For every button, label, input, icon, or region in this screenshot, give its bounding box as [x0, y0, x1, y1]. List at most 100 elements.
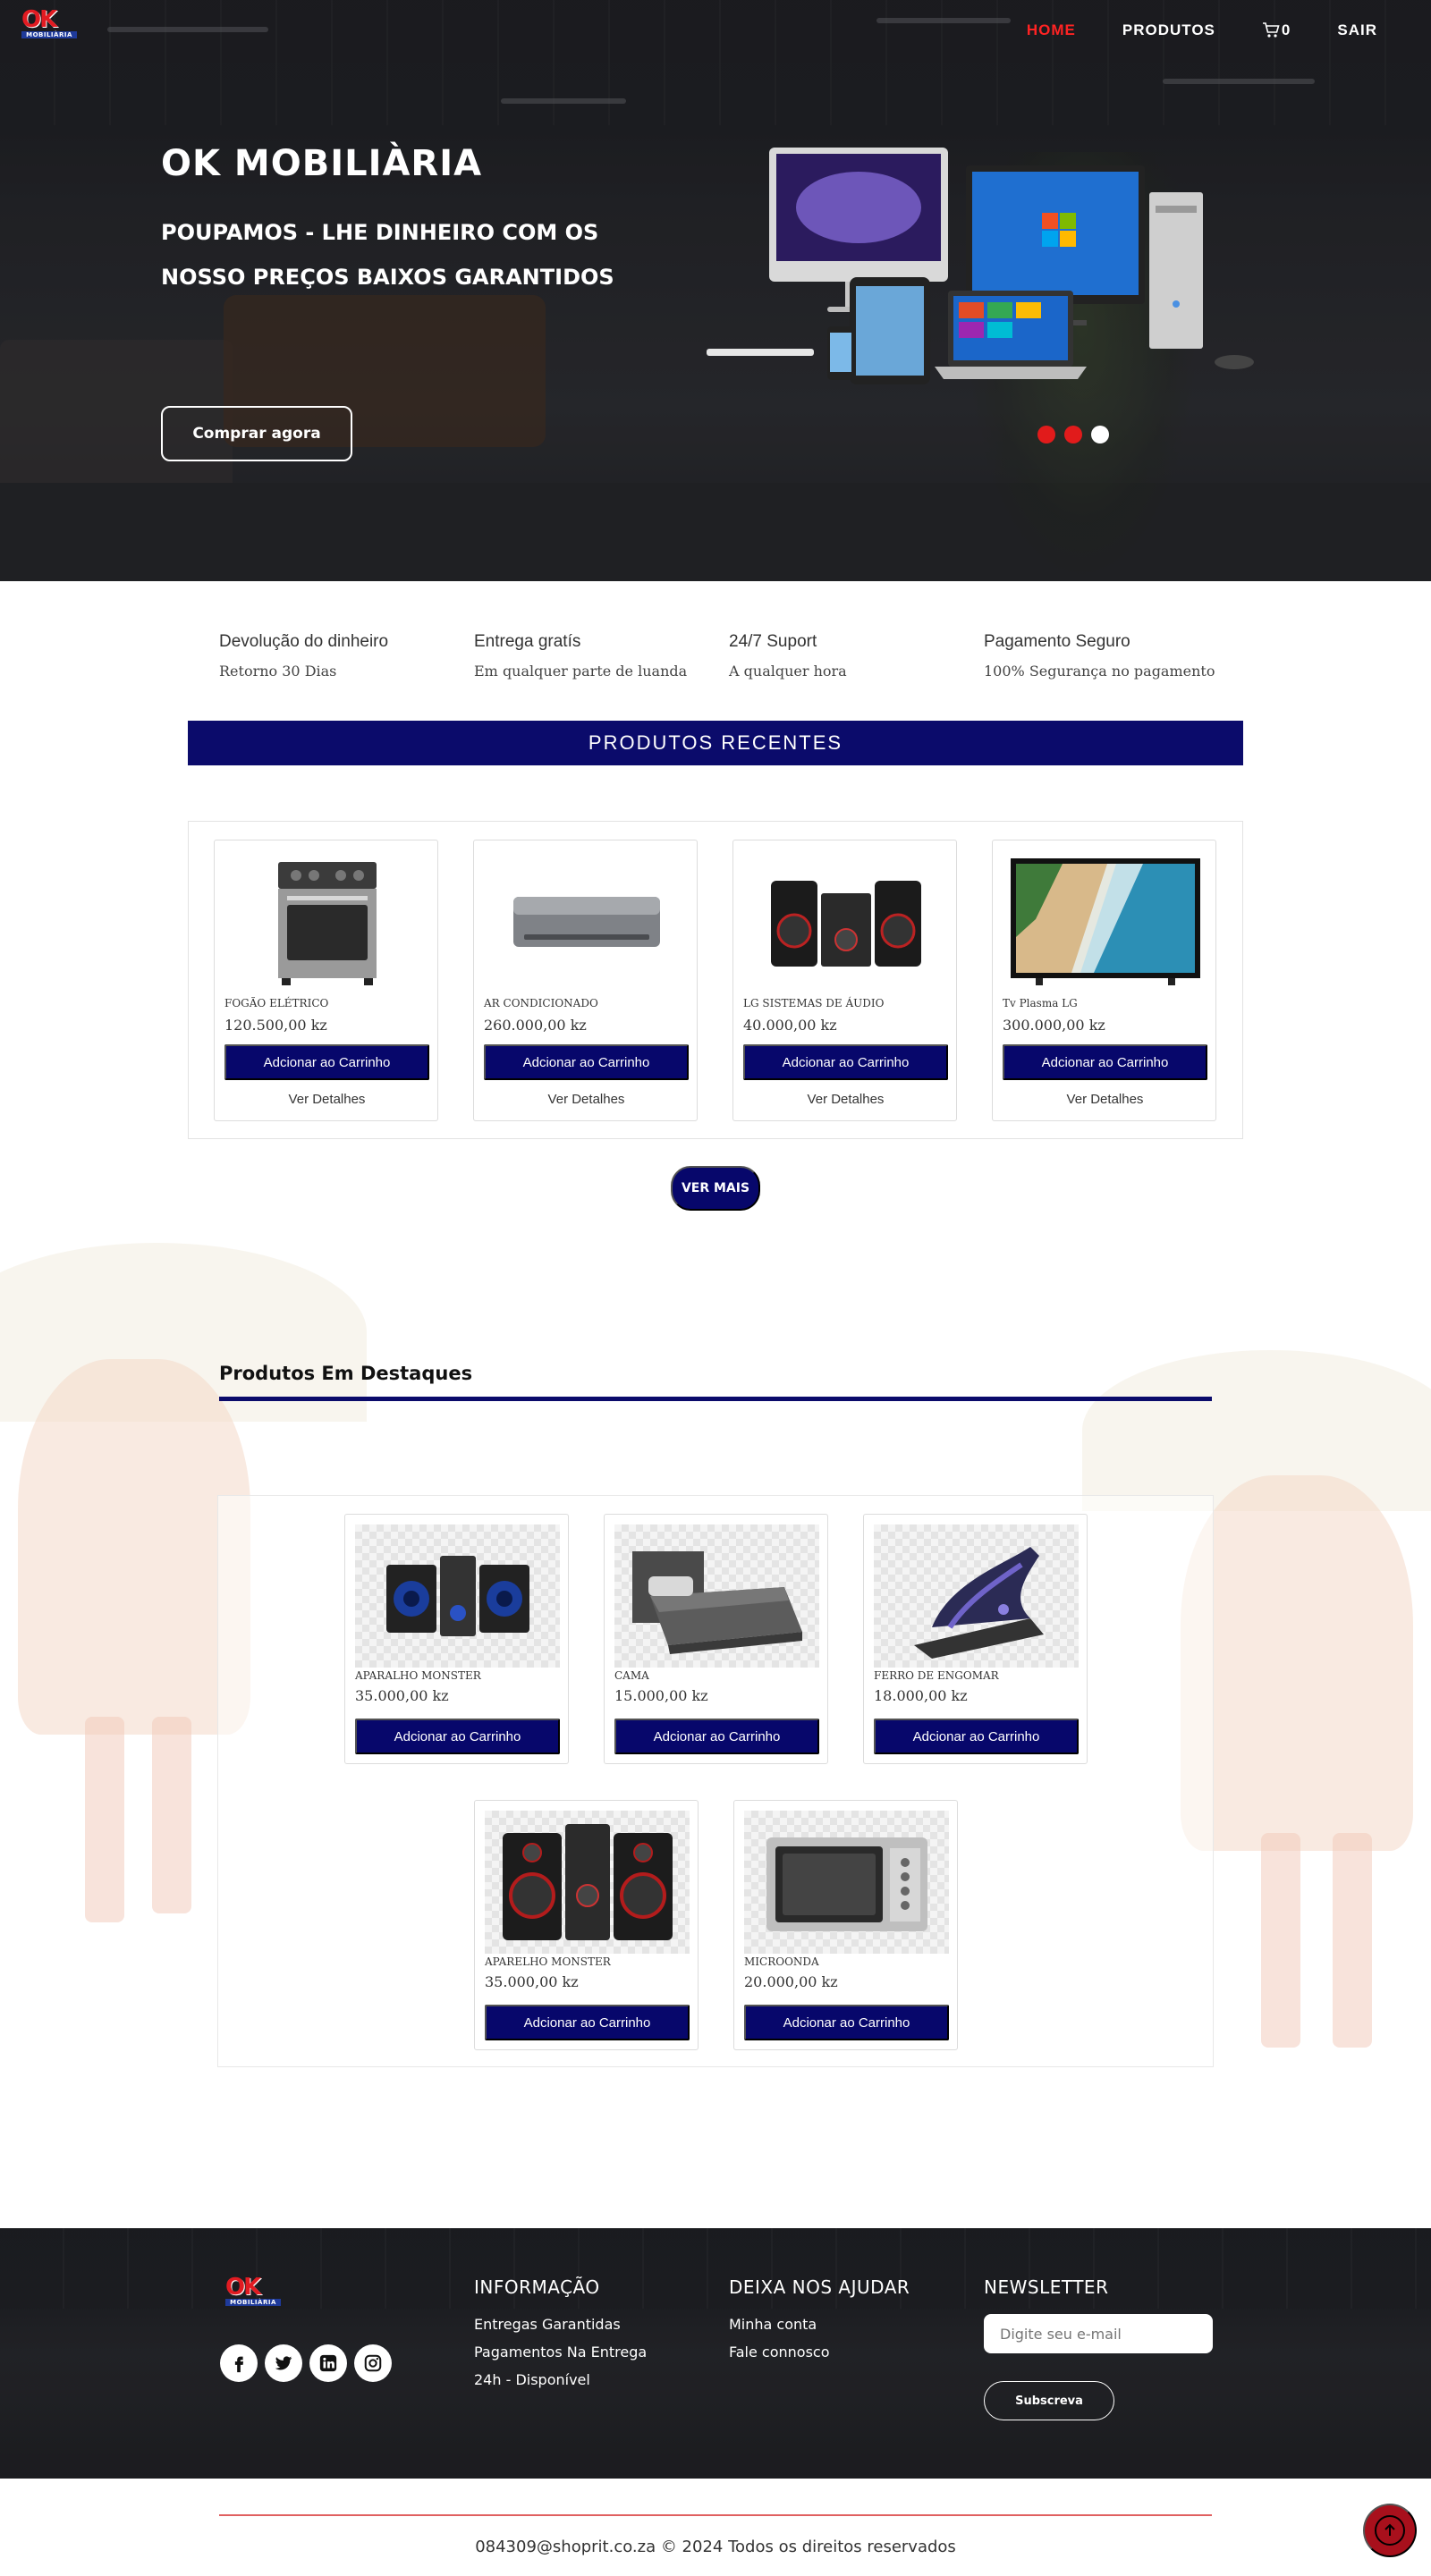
add-to-cart-button[interactable]: Adcionar ao Carrinho: [744, 2005, 949, 2040]
product-name: Tv Plasma LG: [1003, 997, 1078, 1009]
featured-heading: Produtos Em Destaques: [219, 1363, 473, 1384]
nav-logout[interactable]: SAIR: [1337, 21, 1377, 39]
footer-link-contact[interactable]: Fale connosco: [729, 2338, 910, 2366]
feature-desc: A qualquer hora: [729, 663, 847, 680]
add-to-cart-button[interactable]: Adcionar ao Carrinho: [743, 1044, 948, 1080]
footer-help-column: DEIXA NOS AJUDAR Minha conta Fale connos…: [729, 2276, 910, 2366]
footer-logo[interactable]: OK MOBILIÀRIA: [225, 2276, 284, 2308]
product-name: MICROONDA: [744, 1955, 819, 1968]
product-name: LG SISTEMAS DE ÁUDIO: [743, 997, 885, 1009]
social-links: [220, 2344, 392, 2382]
girl-leg-illustration: [85, 1717, 124, 1922]
product-price: 300.000,00 kz: [1003, 1017, 1105, 1034]
feature-secure-payment: Pagamento Seguro 100% Segurança no pagam…: [984, 632, 1239, 680]
feature-desc: Retorno 30 Dias: [219, 663, 337, 680]
speaker-system-icon: [485, 1811, 690, 1954]
slider-dot[interactable]: [1037, 426, 1055, 443]
add-to-cart-button[interactable]: Adcionar ao Carrinho: [874, 1719, 1079, 1754]
nav-cart[interactable]: 0: [1262, 21, 1291, 39]
logo-text: OK: [225, 2274, 261, 2301]
bed-icon: [614, 1524, 819, 1668]
product-price: 260.000,00 kz: [484, 1017, 587, 1034]
logo-subtext: MOBILIÀRIA: [21, 31, 77, 38]
footer-link-my-account[interactable]: Minha conta: [729, 2310, 910, 2338]
girl-illustration: [1181, 1475, 1413, 1851]
feature-support: 24/7 Suport A qualquer hora: [729, 632, 984, 680]
footer-link-delivery[interactable]: Entregas Garantidas: [474, 2310, 647, 2338]
add-to-cart-button[interactable]: Adcionar ao Carrinho: [614, 1719, 819, 1754]
product-card: MICROONDA 20.000,00 kz Adcionar ao Carri…: [733, 1800, 958, 2050]
feature-title: Devolução do dinheiro: [219, 632, 389, 651]
footer-link-payment[interactable]: Pagamentos Na Entrega: [474, 2338, 647, 2366]
product-card: APARALHO MONSTER 35.000,00 kz Adcionar a…: [344, 1514, 569, 1764]
instagram-icon[interactable]: [354, 2344, 392, 2382]
feature-title: 24/7 Suport: [729, 632, 817, 651]
main-nav: HOME PRODUTOS 0 SAIR: [980, 21, 1377, 39]
featured-heading-underline: [219, 1397, 1212, 1401]
product-name: APARALHO MONSTER: [355, 1669, 481, 1682]
stove-icon: [224, 850, 429, 993]
feature-refund: Devolução do dinheiro Retorno 30 Dias: [219, 632, 474, 680]
bottom-divider: [219, 2514, 1212, 2516]
product-card: LG SISTEMAS DE ÁUDIO 40.000,00 kz Adcion…: [732, 840, 957, 1121]
slider-dots: [1037, 426, 1109, 443]
product-price: 40.000,00 kz: [743, 1017, 837, 1034]
product-card: APARELHO MONSTER 35.000,00 kz Adcionar a…: [474, 1800, 699, 2050]
add-to-cart-button[interactable]: Adcionar ao Carrinho: [484, 1044, 689, 1080]
footer-newsletter-heading: NEWSLETTER: [984, 2276, 1109, 2298]
microwave-icon: [744, 1811, 949, 1954]
feature-free-delivery: Entrega gratís Em qualquer parte de luan…: [474, 632, 729, 680]
view-details-link[interactable]: Ver Detalhes: [224, 1092, 429, 1107]
hero-title: OK MOBILIÀRIA: [161, 143, 483, 184]
subscribe-button[interactable]: Subscreva: [984, 2381, 1114, 2420]
view-details-link[interactable]: Ver Detalhes: [743, 1092, 948, 1107]
add-to-cart-button[interactable]: Adcionar ao Carrinho: [355, 1719, 560, 1754]
iron-icon: [874, 1524, 1079, 1668]
product-price: 35.000,00 kz: [485, 1973, 579, 1990]
girl-illustration: [18, 1359, 250, 1735]
newsletter-email-input[interactable]: [984, 2314, 1213, 2353]
product-name: AR CONDICIONADO: [484, 997, 598, 1009]
add-to-cart-button[interactable]: Adcionar ao Carrinho: [224, 1044, 429, 1080]
product-card: AR CONDICIONADO 260.000,00 kz Adcionar a…: [473, 840, 698, 1121]
view-details-link[interactable]: Ver Detalhes: [484, 1092, 689, 1107]
nav-products[interactable]: PRODUTOS: [1122, 21, 1215, 39]
scroll-to-top-button[interactable]: [1363, 2504, 1417, 2557]
footer-link-availability[interactable]: 24h - Disponível: [474, 2366, 647, 2394]
product-card: FOGÃO ELÉTRICO 120.500,00 kz Adcionar ao…: [214, 840, 438, 1121]
features-row: Devolução do dinheiro Retorno 30 Dias En…: [219, 632, 1239, 680]
slider-dot-active[interactable]: [1091, 426, 1109, 443]
see-more-button[interactable]: VER MAIS: [671, 1166, 760, 1211]
product-name: CAMA: [614, 1669, 649, 1682]
girl-leg-illustration: [152, 1717, 191, 1913]
facebook-icon[interactable]: [220, 2344, 258, 2382]
shop-now-button[interactable]: Comprar agora: [161, 406, 352, 461]
air-conditioner-icon: [484, 850, 689, 993]
copyright-text: 084309@shoprit.co.za © 2024 Todos os dir…: [475, 2538, 956, 2556]
girl-leg-illustration: [1261, 1833, 1300, 2048]
product-name: FOGÃO ELÉTRICO: [224, 997, 329, 1009]
twitter-icon[interactable]: [265, 2344, 302, 2382]
audio-system-icon: [743, 850, 948, 993]
product-price: 35.000,00 kz: [355, 1687, 449, 1704]
product-price: 18.000,00 kz: [874, 1687, 968, 1704]
view-details-link[interactable]: Ver Detalhes: [1003, 1092, 1207, 1107]
footer-help-heading: DEIXA NOS AJUDAR: [729, 2276, 910, 2298]
slider-dot[interactable]: [1064, 426, 1082, 443]
product-name: APARELHO MONSTER: [485, 1955, 611, 1968]
brand-logo[interactable]: OK MOBILIÀRIA: [21, 8, 80, 40]
product-name: FERRO DE ENGOMAR: [874, 1669, 999, 1682]
add-to-cart-button[interactable]: Adcionar ao Carrinho: [485, 2005, 690, 2040]
footer-overlay: [0, 2228, 1431, 2479]
feature-title: Entrega gratís: [474, 632, 581, 651]
product-card: CAMA 15.000,00 kz Adcionar ao Carrinho: [604, 1514, 828, 1764]
product-card: Tv Plasma LG 300.000,00 kz Adcionar ao C…: [992, 840, 1216, 1121]
footer: [0, 2228, 1431, 2479]
recent-products-heading: PRODUTOS RECENTES: [188, 721, 1243, 765]
devices-hero-image: [707, 148, 1254, 384]
nav-home[interactable]: HOME: [1027, 21, 1076, 39]
product-card: FERRO DE ENGOMAR 18.000,00 kz Adcionar a…: [863, 1514, 1088, 1764]
linkedin-icon[interactable]: [309, 2344, 347, 2382]
add-to-cart-button[interactable]: Adcionar ao Carrinho: [1003, 1044, 1207, 1080]
feature-desc: Em qualquer parte de luanda: [474, 663, 688, 680]
